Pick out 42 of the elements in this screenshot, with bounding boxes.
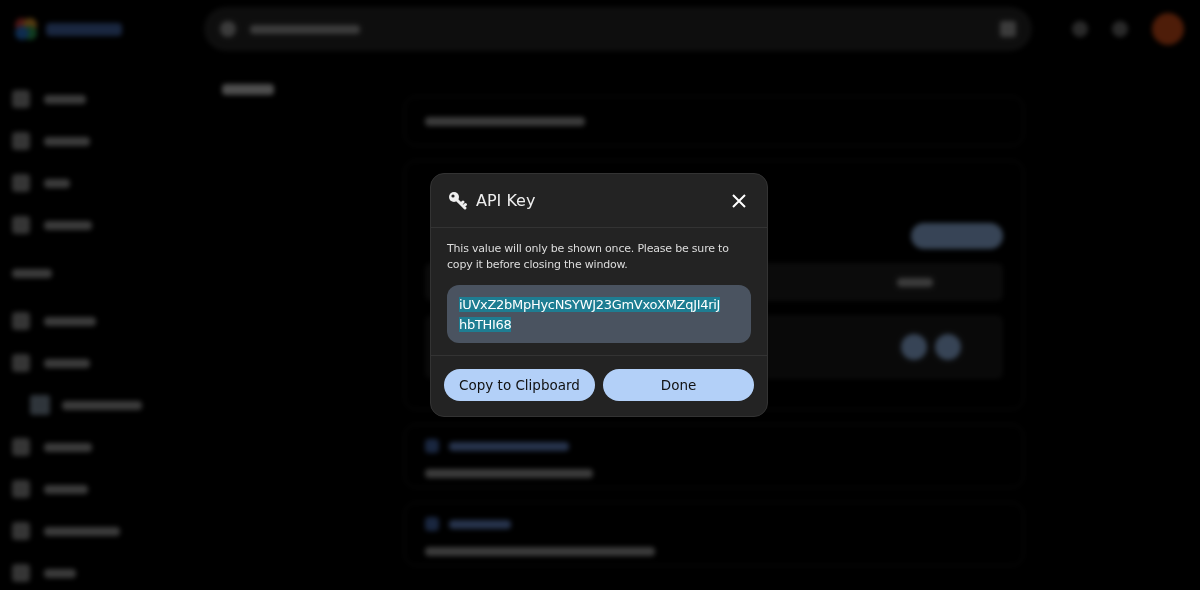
- blurred-icon: [12, 354, 30, 372]
- blurred-icon: [12, 216, 30, 234]
- copy-button[interactable]: Copy to Clipboard: [444, 369, 595, 401]
- blurred-icon: [1000, 21, 1016, 37]
- dialog-message: This value will only be shown once. Please be sure to copy it before closing the window.: [447, 241, 730, 273]
- blurred-text: [897, 277, 933, 287]
- blurred-text: [44, 358, 90, 368]
- blurred-button[interactable]: [901, 334, 927, 360]
- blurred-icon: [12, 312, 30, 330]
- logo-icon: [12, 15, 40, 43]
- blurred-button[interactable]: [911, 223, 1003, 249]
- blurred-icon: [12, 438, 30, 456]
- blurred-icon: [12, 522, 30, 540]
- blurred-icon: [12, 90, 30, 108]
- key-icon: [448, 190, 468, 211]
- blurred-text: [222, 84, 274, 95]
- blurred-icon: [220, 21, 236, 37]
- done-button[interactable]: Done: [603, 369, 754, 401]
- blurred-icon: [12, 174, 30, 192]
- blurred-text: [44, 136, 90, 146]
- blurred-icon: [12, 564, 30, 582]
- blurred-text: [449, 519, 511, 529]
- api-key-field[interactable]: iUVxZ2bMpHycNSYWJ23GmVxoXMZqJI4riJhbTHI68: [447, 285, 751, 343]
- dialog-title: API Key: [476, 191, 536, 210]
- blurred-text: [44, 484, 88, 494]
- search-field[interactable]: [204, 7, 1032, 51]
- blurred-text: [44, 568, 76, 578]
- blurred-text: [44, 178, 70, 188]
- blurred-icon: [12, 480, 30, 498]
- blurred-text: [44, 442, 92, 452]
- blurred-text: [44, 316, 96, 326]
- blurred-icon: [425, 439, 439, 453]
- blurred-text: [44, 220, 92, 230]
- blurred-text: [12, 268, 52, 278]
- blurred-icon: [425, 517, 439, 531]
- blurred-icon[interactable]: [1072, 21, 1088, 37]
- blurred-button[interactable]: [935, 334, 961, 360]
- avatar[interactable]: [1152, 13, 1184, 45]
- blurred-icon: [12, 132, 30, 150]
- album-thumbnail: [30, 395, 50, 415]
- blurred-text: [44, 94, 86, 104]
- blurred-icon[interactable]: [1112, 21, 1128, 37]
